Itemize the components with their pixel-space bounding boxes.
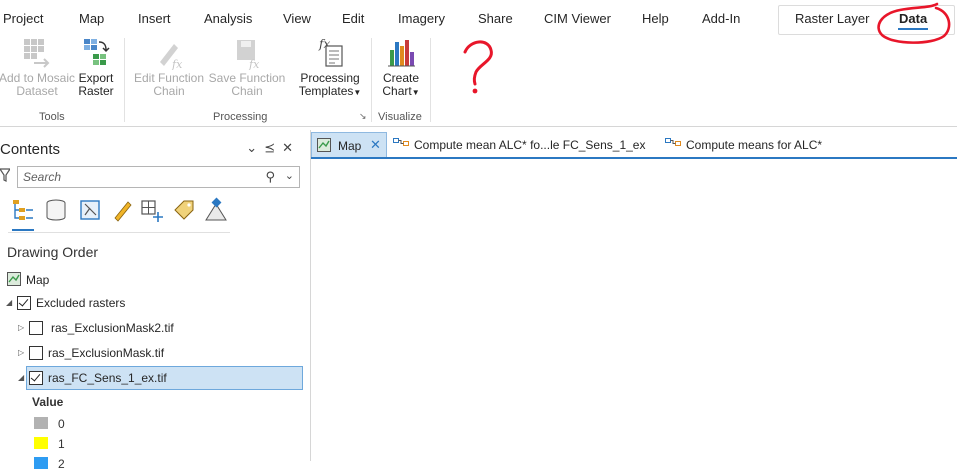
tab-view[interactable]: View [283,11,311,26]
tab-map[interactable]: Map [79,11,104,26]
tree-item-layer-selected[interactable]: ◢ ras_FC_Sens_1_ex.tif [0,368,275,388]
close-tab-icon[interactable]: ✕ [370,137,381,153]
ribbon: Add to Mosaic Dataset Export Raster Tool… [0,36,957,127]
map-icon [317,138,331,152]
tab-analysis[interactable]: Analysis [204,11,252,26]
list-by-snapping-icon[interactable] [138,196,166,224]
layer-label: ras_ExclusionMask.tif [48,346,165,360]
tree-item-layer[interactable]: ▷ ras_ExclusionMask.tif [0,343,260,363]
legend-swatch[interactable] [34,437,48,449]
layer-visibility-checkbox[interactable] [17,296,31,310]
legend-heading: Value [32,395,64,409]
group-layer-label: Excluded rasters [36,296,126,310]
chevron-down-icon[interactable]: ⌄ [285,169,294,182]
map-view-canvas[interactable] [311,159,957,461]
edit-function-chain-button[interactable]: fx Edit Function Chain [131,36,207,98]
filter-icon[interactable] [0,168,10,182]
list-by-editing-icon[interactable] [108,196,136,224]
tree-item-layer[interactable]: ▷ ras_ExclusionMask2.tif [0,318,260,338]
list-by-selection-icon[interactable] [76,196,104,224]
layer-visibility-checkbox[interactable] [29,321,43,335]
processing-group-label: Processing [213,111,268,123]
expand-icon[interactable]: ▷ [18,323,24,332]
chevron-down-icon: ▼ [353,88,362,97]
list-by-perspective-imagery-icon[interactable] [202,196,230,224]
view-tab-model[interactable]: Compute means for ALC* [663,132,843,156]
expand-icon[interactable]: ▷ [18,348,24,357]
svg-text:fx: fx [171,58,183,70]
dialog-launcher-icon[interactable]: ↘ [359,111,367,122]
list-by-drawing-order-icon[interactable] [8,196,36,224]
tab-project[interactable]: Project [3,11,43,26]
export-raster-icon [84,39,110,65]
view-tab-model[interactable]: Compute mean ALC* fo...le FC_Sens_1_ex [391,132,651,156]
svg-text:fx: fx [248,58,260,70]
list-by-source-icon[interactable] [42,196,70,224]
tab-edit[interactable]: Edit [342,11,364,26]
layer-label: ras_FC_Sens_1_ex.tif [48,371,167,385]
tree-item-group[interactable]: ◢ Excluded rasters [0,293,200,313]
toolbar-divider [8,232,230,233]
legend-swatch[interactable] [34,417,48,429]
pane-controls: ⌄⪯✕ [246,140,300,156]
tab-imagery[interactable]: Imagery [398,11,445,26]
edit-function-chain-icon: fx [160,44,183,70]
layer-visibility-checkbox[interactable] [29,371,43,385]
legend-label: 0 [58,417,65,431]
tree-item-map[interactable]: Map [0,270,200,290]
drawing-order-heading: Drawing Order [7,244,99,260]
map-label: Map [26,273,50,287]
save-function-chain-icon: fx [237,40,260,70]
close-icon[interactable]: ✕ [282,140,300,155]
create-chart-button[interactable]: Create Chart▼ [379,36,423,99]
map-icon [7,272,21,286]
visualize-group-label: Visualize [378,111,422,123]
search-icon[interactable]: ⚲ [265,169,275,185]
tools-group-label: Tools [39,111,65,123]
pin-icon[interactable]: ⪯ [264,140,282,155]
active-view-indicator [12,229,34,231]
chevron-down-icon: ▼ [411,88,420,97]
legend-label: 2 [58,457,65,471]
tab-data[interactable]: Data [899,11,927,26]
group-separator [371,38,372,122]
layer-visibility-checkbox[interactable] [29,346,43,360]
active-tab-indicator [898,28,928,30]
save-function-chain-button[interactable]: fx Save Function Chain [208,36,286,98]
group-separator [430,38,431,122]
view-tab-map[interactable]: Map ✕ [311,132,387,157]
processing-templates-button[interactable]: fx Processing Templates▼ [297,36,363,99]
pane-title: Contents [0,141,61,158]
pane-options-icon[interactable]: ⌄ [246,140,264,155]
list-by-labeling-icon[interactable] [170,196,198,224]
group-separator [124,38,125,122]
layer-label: ras_ExclusionMask2.tif [51,321,174,335]
export-raster-button[interactable]: Export Raster [76,36,116,98]
tab-share[interactable]: Share [478,11,513,26]
ribbon-tab-bar: Project Map Insert Analysis View Edit Im… [0,0,957,36]
model-icon [393,138,409,146]
legend-swatch[interactable] [34,457,48,469]
bar-chart-icon [388,40,415,67]
mosaic-add-icon [24,39,50,68]
tab-raster-layer[interactable]: Raster Layer [795,11,869,26]
model-icon [665,138,681,146]
view-tab-bar: Map ✕ Compute mean ALC* fo...le FC_Sens_… [311,132,957,159]
tab-cim-viewer[interactable]: CIM Viewer [544,11,611,26]
tab-insert[interactable]: Insert [138,11,171,26]
collapse-icon[interactable]: ◢ [18,373,24,382]
add-to-mosaic-dataset-button[interactable]: Add to Mosaic Dataset [0,36,76,98]
tab-add-in[interactable]: Add-In [702,11,740,26]
processing-templates-icon: fx [318,37,343,67]
tab-help[interactable]: Help [642,11,669,26]
search-input[interactable]: Search ⚲ ⌄ [17,166,300,188]
legend-label: 1 [58,437,65,451]
collapse-icon[interactable]: ◢ [6,298,12,307]
contents-pane: Contents ⌄⪯✕ Search ⚲ ⌄ Drawing Order Ma… [0,130,311,471]
